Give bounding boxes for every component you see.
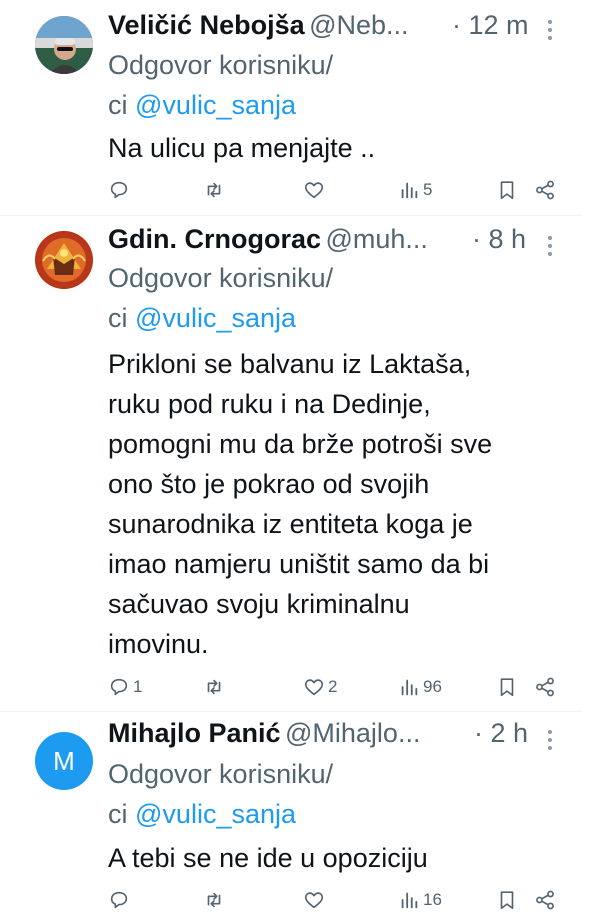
retweet-button[interactable] <box>203 675 228 699</box>
more-icon[interactable] <box>548 20 554 44</box>
bookmark-button[interactable] <box>496 178 518 202</box>
reply-context-2: ci @vulic_sanja <box>108 85 296 125</box>
views-icon <box>401 892 418 909</box>
like-button[interactable]: 2 <box>303 675 337 699</box>
tweet-text-line: ono što je pokrao od svojih <box>108 469 430 499</box>
reply-context: Odgovor korisniku/ <box>108 754 333 794</box>
retweet-icon <box>207 892 221 908</box>
bookmark-button[interactable] <box>496 888 518 912</box>
tweet-text-line: A tebi se ne ide u opoziciju <box>108 843 428 873</box>
share-icon <box>536 890 554 910</box>
reply-icon <box>110 181 128 199</box>
views-icon <box>401 182 418 199</box>
reply-prefix-cont: ci <box>108 303 128 333</box>
reply-context-2: ci @vulic_sanja <box>108 794 296 834</box>
avatar-letter: M <box>53 745 75 776</box>
tweet-text-line: imovinu. <box>108 629 209 659</box>
tweet-text-line: sunarodnika iz entiteta koga je <box>108 509 473 539</box>
tweet-2[interactable]: Gdin. Crnogorac @muh... · 8 h Odgovor ko… <box>0 216 600 710</box>
timestamp[interactable]: · 8 h <box>472 224 526 255</box>
reply-button[interactable] <box>108 178 133 202</box>
tweet-text: A tebi se ne ide u opoziciju <box>108 838 558 878</box>
reply-button[interactable] <box>108 888 133 912</box>
tweet-1[interactable]: Veličić Nebojša @Neb... · 12 m Odgovor k… <box>0 0 600 215</box>
more-icon[interactable] <box>548 730 554 754</box>
avatar[interactable]: M <box>35 732 93 790</box>
like-count: 2 <box>328 677 338 696</box>
tweet-text: Na ulicu pa menjajte .. <box>108 128 558 168</box>
views-icon <box>401 679 418 696</box>
retweet-icon <box>207 679 221 695</box>
tweet-text-line: ruku pod ruku i na Dedinje, <box>108 389 431 419</box>
mention-link[interactable]: @vulic_sanja <box>135 90 296 120</box>
tweet-text-line: imao namjeru uništit samo da bi <box>108 549 490 579</box>
reply-icon <box>110 678 128 696</box>
tweet-text-line: sačuvao svoju kriminalnu <box>108 589 410 619</box>
reply-icon <box>110 891 128 909</box>
reply-prefix: Odgovor korisniku/ <box>108 759 334 789</box>
share-button[interactable] <box>534 888 556 912</box>
views-count: 5 <box>423 180 433 199</box>
author-name[interactable]: Veličić Nebojša <box>108 10 305 40</box>
views-button[interactable]: 96 <box>398 675 442 699</box>
timestamp[interactable]: · 2 h <box>474 718 528 749</box>
avatar-emblem <box>35 231 93 289</box>
author-name[interactable]: Mihajlo Panić <box>108 718 281 748</box>
tweet-text-line: Prikloni se balvanu iz Laktaša, <box>108 349 472 379</box>
author-handle[interactable]: @Neb... <box>309 10 408 40</box>
author-handle[interactable]: @Mihajlo... <box>285 718 420 748</box>
tweet-text: Prikloni se balvanu iz Laktaša, ruku pod… <box>108 344 558 664</box>
views-button[interactable]: 16 <box>398 888 442 912</box>
reply-prefix-cont: ci <box>108 90 128 120</box>
reply-count: 1 <box>133 677 143 696</box>
bookmark-icon <box>500 678 514 697</box>
retweet-button[interactable] <box>203 178 228 202</box>
share-button[interactable] <box>534 675 556 699</box>
author-name[interactable]: Gdin. Crnogorac <box>108 224 321 254</box>
views-count: 16 <box>423 890 442 909</box>
tweet-text-line: Na ulicu pa menjajte .. <box>108 133 376 163</box>
more-icon[interactable] <box>548 236 554 260</box>
views-count: 96 <box>423 677 442 696</box>
reply-prefix-cont: ci <box>108 799 128 829</box>
bookmark-icon <box>500 181 514 200</box>
reply-button[interactable]: 1 <box>108 675 142 699</box>
author-handle[interactable]: @muh... <box>325 224 427 254</box>
mention-link[interactable]: @vulic_sanja <box>135 799 296 829</box>
retweet-icon <box>207 182 221 198</box>
action-bar: 5 <box>108 178 568 202</box>
like-button[interactable] <box>303 888 328 912</box>
reply-prefix: Odgovor korisniku/ <box>108 263 334 293</box>
bookmark-button[interactable] <box>496 675 518 699</box>
share-icon <box>536 677 554 697</box>
action-bar: 16 <box>108 888 568 912</box>
like-icon <box>304 679 324 696</box>
share-icon <box>536 180 554 200</box>
reply-context: Odgovor korisniku/ <box>108 258 333 298</box>
like-icon <box>304 182 324 199</box>
like-button[interactable] <box>303 178 328 202</box>
action-bar: 1 2 96 <box>108 675 568 699</box>
like-icon <box>304 892 324 909</box>
bookmark-icon <box>500 891 514 910</box>
reply-prefix: Odgovor korisniku/ <box>108 50 334 80</box>
avatar-photo <box>35 16 93 74</box>
timestamp[interactable]: · 12 m <box>452 10 529 41</box>
retweet-button[interactable] <box>203 888 228 912</box>
tweet-text-line: pomogni mu da brže potroši sve <box>108 429 493 459</box>
reply-context-2: ci @vulic_sanja <box>108 298 296 338</box>
avatar[interactable] <box>35 231 93 289</box>
mention-link[interactable]: @vulic_sanja <box>135 303 296 333</box>
share-button[interactable] <box>534 178 556 202</box>
avatar[interactable] <box>35 16 93 74</box>
reply-context: Odgovor korisniku/ <box>108 45 333 85</box>
views-button[interactable]: 5 <box>398 178 432 202</box>
tweet-3[interactable]: M Mihajlo Panić @Mihajlo... · 2 h Odgovo… <box>0 712 600 910</box>
